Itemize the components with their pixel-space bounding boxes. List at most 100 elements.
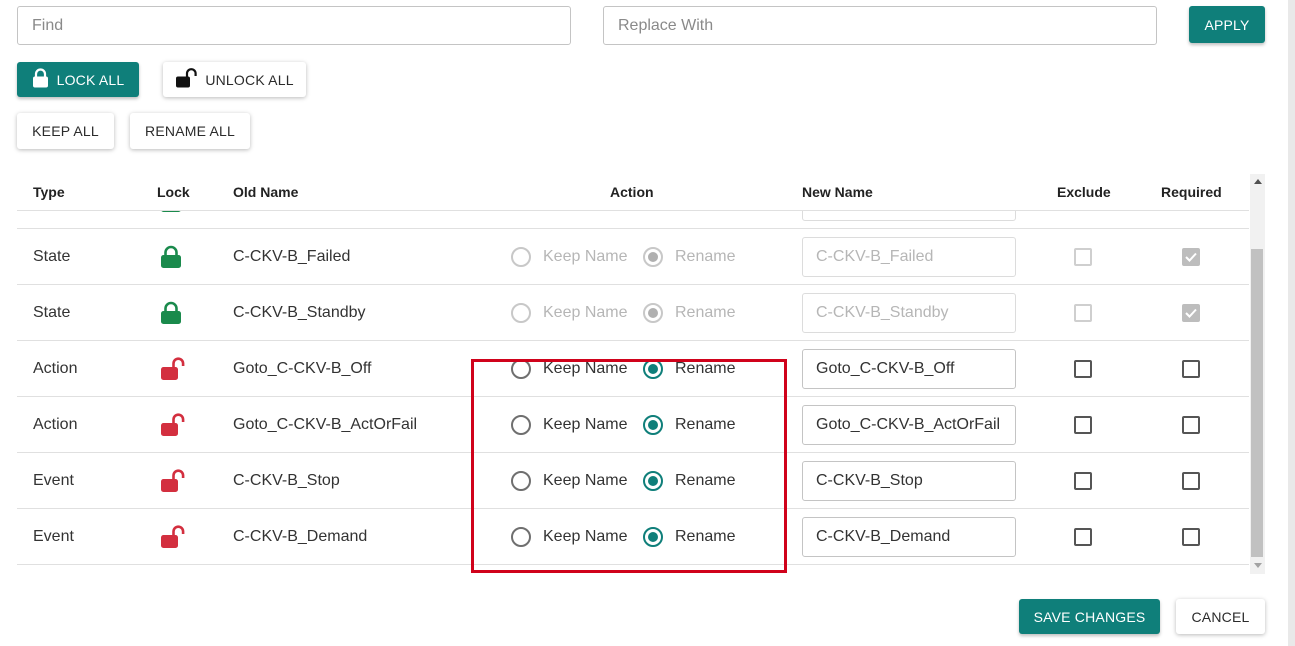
row-old-name: C-CKV-B_Failed <box>233 247 351 265</box>
cancel-button[interactable]: CANCEL <box>1176 599 1265 634</box>
unlock-all-label: UNLOCK ALL <box>205 71 294 88</box>
scroll-up-arrow-icon[interactable] <box>1254 179 1262 184</box>
exclude-checkbox[interactable] <box>1074 247 1092 266</box>
row-old-name: C-CKV-B_Active <box>233 211 350 228</box>
rename-all-button[interactable]: RENAME ALL <box>130 113 250 149</box>
row-old-name: C-CKV-B_Stop <box>233 471 340 489</box>
new-name-input[interactable]: C-CKV-B_Demand <box>802 516 1016 557</box>
keep-name-radio[interactable]: Keep Name <box>511 509 628 564</box>
rename-radio[interactable]: Rename <box>643 341 735 396</box>
header-exclude: Exclude <box>1057 184 1111 200</box>
keep-name-label: Keep Name <box>543 303 628 321</box>
new-name-input[interactable]: C-CKV-B_Failed <box>802 236 1016 277</box>
required-checkbox[interactable] <box>1182 359 1200 378</box>
required-checkbox[interactable] <box>1182 247 1200 266</box>
new-name-input[interactable]: C-CKV-B_Active <box>802 211 1016 221</box>
row-type: Event <box>33 527 74 545</box>
rename-radio-circle[interactable] <box>643 302 663 323</box>
table-row: Event C-CKV-B_Stop Keep Name Rename C-CKV-B_… <box>17 453 1249 509</box>
lock-all-button[interactable]: LOCK ALL <box>17 62 139 97</box>
apply-button[interactable]: APPLY <box>1189 6 1265 43</box>
page-scrollbar[interactable] <box>1288 0 1295 646</box>
unlock-all-button[interactable]: UNLOCK ALL <box>163 62 306 97</box>
keep-name-radio-circle[interactable] <box>511 302 531 323</box>
keep-name-radio[interactable]: Keep Name <box>511 229 628 284</box>
lock-open-icon <box>175 68 198 91</box>
keep-name-radio-circle[interactable] <box>511 210 531 211</box>
rename-radio-circle[interactable] <box>643 414 663 435</box>
rename-radio-circle[interactable] <box>643 246 663 267</box>
rename-radio-circle[interactable] <box>643 358 663 379</box>
table-row: Action Goto_C-CKV-B_Off Keep Name Rename Got… <box>17 341 1249 397</box>
exclude-checkbox[interactable] <box>1074 415 1092 434</box>
rename-label: Rename <box>675 527 736 545</box>
row-type: State <box>33 247 71 265</box>
keep-name-radio[interactable]: Keep Name <box>511 397 628 452</box>
rename-radio[interactable]: Rename <box>643 285 735 340</box>
exclude-checkbox[interactable] <box>1074 303 1092 322</box>
rename-radio-circle[interactable] <box>643 210 663 211</box>
lock-icon[interactable] <box>160 211 182 228</box>
row-old-name: Goto_C-CKV-B_ActOrFail <box>233 415 418 433</box>
header-required: Required <box>1161 184 1222 200</box>
lock-open-icon[interactable] <box>160 509 186 564</box>
rename-label: Rename <box>675 471 736 489</box>
lock-icon[interactable] <box>160 229 182 284</box>
keep-all-button[interactable]: KEEP ALL <box>17 113 114 149</box>
table-row: Event C-CKV-B_Demand Keep Name Rename C-CKV-… <box>17 509 1249 565</box>
keep-name-label: Keep Name <box>543 359 628 377</box>
exclude-checkbox[interactable] <box>1074 471 1092 490</box>
required-checkbox[interactable] <box>1182 471 1200 490</box>
keep-name-radio-circle[interactable] <box>511 414 531 435</box>
rename-radio-circle[interactable] <box>643 470 663 491</box>
lock-icon[interactable] <box>160 285 182 340</box>
keep-name-label: Keep Name <box>543 415 628 433</box>
row-type: Event <box>33 471 74 489</box>
rename-radio[interactable]: Rename <box>643 229 735 284</box>
keep-name-radio[interactable]: Keep Name <box>511 285 628 340</box>
find-input[interactable] <box>17 6 571 45</box>
required-checkbox[interactable] <box>1182 415 1200 434</box>
keep-name-radio-circle[interactable] <box>511 526 531 547</box>
row-old-name: C-CKV-B_Standby <box>233 303 366 321</box>
keep-name-label: Keep Name <box>543 247 628 265</box>
new-name-input[interactable]: C-CKV-B_Standby <box>802 292 1016 333</box>
keep-name-radio[interactable]: Keep Name <box>511 341 628 396</box>
lock-open-icon[interactable] <box>160 453 186 508</box>
keep-name-radio-circle[interactable] <box>511 246 531 267</box>
required-checkbox[interactable] <box>1182 527 1200 546</box>
replace-with-input[interactable] <box>603 6 1157 45</box>
new-name-input[interactable]: Goto_C-CKV-B_Off <box>802 348 1016 389</box>
rename-radio[interactable]: Rename <box>643 453 735 508</box>
save-changes-button[interactable]: SAVE CHANGES <box>1019 599 1160 634</box>
required-checkbox[interactable] <box>1182 303 1200 322</box>
exclude-checkbox[interactable] <box>1074 359 1092 378</box>
rename-radio-circle[interactable] <box>643 526 663 547</box>
lock-open-icon[interactable] <box>160 397 186 452</box>
header-lock: Lock <box>157 184 190 200</box>
rename-label: Rename <box>675 359 736 377</box>
new-name-input[interactable]: Goto_C-CKV-B_ActOrFail <box>802 404 1016 445</box>
lock-open-icon[interactable] <box>160 341 186 396</box>
rename-radio[interactable]: Rename <box>643 509 735 564</box>
table-body: State C-CKV-B_Active Keep Name Rename C-CKV-… <box>17 210 1249 576</box>
keep-name-radio[interactable]: Keep Name <box>511 210 628 228</box>
table-row: Action Goto_C-CKV-B_ActOrFail Keep Name Ren… <box>17 397 1249 453</box>
rename-radio[interactable]: Rename <box>643 210 735 228</box>
table-row: State C-CKV-B_Active Keep Name Rename C-CKV-… <box>17 210 1249 229</box>
row-old-name: Goto_C-CKV-B_Off <box>233 359 372 377</box>
table-scrollbar-thumb[interactable] <box>1251 249 1263 557</box>
row-type: State <box>33 303 71 321</box>
keep-name-radio-circle[interactable] <box>511 358 531 379</box>
rename-radio[interactable]: Rename <box>643 397 735 452</box>
exclude-checkbox[interactable] <box>1074 527 1092 546</box>
new-name-input[interactable]: C-CKV-B_Stop <box>802 460 1016 501</box>
keep-name-radio[interactable]: Keep Name <box>511 453 628 508</box>
keep-name-radio-circle[interactable] <box>511 470 531 491</box>
row-type: Action <box>33 359 78 377</box>
scroll-down-arrow-icon[interactable] <box>1254 563 1262 568</box>
header-new-name: New Name <box>802 184 873 200</box>
keep-all-label: KEEP ALL <box>32 123 99 139</box>
header-action: Action <box>610 184 654 200</box>
row-type: State <box>33 211 70 228</box>
